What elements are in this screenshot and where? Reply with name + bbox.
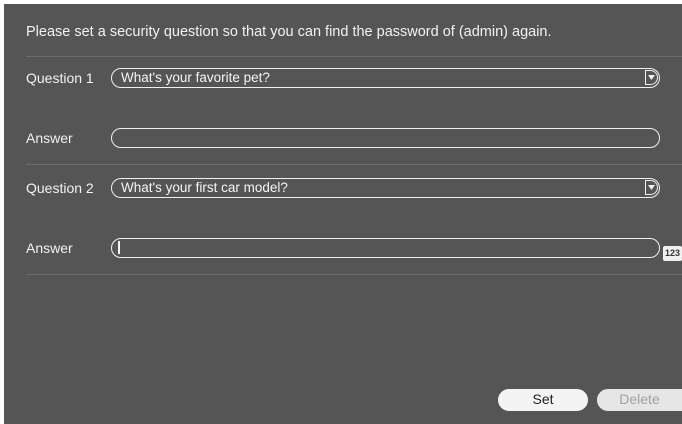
question1-select[interactable]: What's your favorite pet? [111,68,660,88]
divider [26,164,682,165]
question2-select[interactable]: What's your first car model? [111,178,660,198]
answer2-label: Answer [26,240,73,256]
question1-label: Question 1 [26,70,94,86]
answer1-input[interactable] [111,128,660,148]
divider [26,274,682,275]
chevron-down-icon[interactable] [645,70,658,85]
instruction-text: Please set a security question so that y… [26,24,552,40]
question2-label: Question 2 [26,180,94,196]
answer1-label: Answer [26,130,73,146]
security-question-panel: Please set a security question so that y… [4,4,682,424]
delete-button[interactable]: Delete [597,389,682,411]
set-button[interactable]: Set [498,389,588,411]
divider [26,56,682,57]
chevron-down-icon[interactable] [645,180,658,195]
keyboard-mode-toggle[interactable]: 123 [663,246,682,261]
text-cursor [118,241,120,254]
question1-selected-value: What's your favorite pet? [121,70,270,85]
question2-selected-value: What's your first car model? [121,180,288,195]
answer2-input[interactable] [111,238,660,258]
